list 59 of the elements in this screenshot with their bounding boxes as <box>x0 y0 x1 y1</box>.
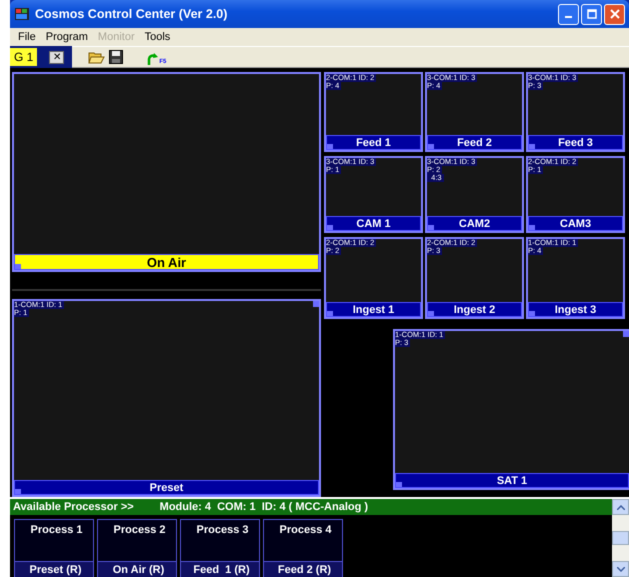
scroll-down-button[interactable] <box>612 561 629 577</box>
save-icon[interactable] <box>109 50 124 64</box>
processor-tile[interactable]: Process 2 On Air (R) <box>97 519 177 577</box>
corner-marker <box>529 144 535 149</box>
corner-marker <box>396 482 402 487</box>
monitor-label: Ingest 1 <box>326 302 421 317</box>
close-group-button[interactable]: ✕ <box>49 50 64 64</box>
corner-marker <box>327 311 333 316</box>
corner-marker <box>428 144 434 149</box>
minimize-icon <box>565 16 572 18</box>
menu-item[interactable]: File <box>13 28 41 46</box>
monitor-label: On Air <box>14 254 319 270</box>
processor-name: Process 2 <box>112 523 166 538</box>
monitor-label: SAT 1 <box>395 473 629 488</box>
close-icon <box>610 9 620 19</box>
processor-assignment: Preset (R) <box>15 561 93 577</box>
processor-assignment: Feed 1 (R) <box>181 561 259 577</box>
processor-assignment: Feed 2 (R) <box>264 561 342 577</box>
group-label[interactable]: G 1 <box>10 48 38 66</box>
processor-tile[interactable]: Process 3 Feed 1 (R) <box>180 519 260 577</box>
maximize-icon <box>586 9 596 19</box>
monitor-label: Ingest 3 <box>528 302 623 317</box>
maximize-button[interactable] <box>581 4 602 24</box>
processor-assignment: On Air (R) <box>98 561 176 577</box>
processor-tile[interactable]: Process 1 Preset (R) <box>14 519 94 577</box>
scroll-thumb[interactable] <box>612 531 629 545</box>
monitor-label: Feed 1 <box>326 135 421 150</box>
corner-marker <box>529 225 535 230</box>
open-folder-icon[interactable] <box>88 50 106 64</box>
processor-name: Process 4 <box>278 523 332 538</box>
corner-marker <box>428 311 434 316</box>
menu-item[interactable]: Tools <box>140 28 176 46</box>
processor-tile[interactable]: Process 4 Feed 2 (R) <box>263 519 343 577</box>
monitor-label: CAM2 <box>427 216 522 231</box>
corner-marker <box>327 144 333 149</box>
minimize-button[interactable] <box>558 4 579 24</box>
processor-details: Module: 4 COM: 1 ID: 4 ( MCC-Analog ) <box>160 500 368 515</box>
close-button[interactable] <box>604 4 625 24</box>
corner-marker <box>623 331 629 337</box>
app-icon <box>14 6 30 22</box>
corner-marker <box>327 225 333 230</box>
processor-name: Process 1 <box>30 523 84 538</box>
corner-marker <box>15 489 21 494</box>
monitor-label: CAM 1 <box>326 216 421 231</box>
monitor-label: Preset <box>14 480 319 495</box>
monitor-label: Feed 3 <box>528 135 623 150</box>
monitor-label: Ingest 2 <box>427 302 522 317</box>
corner-marker <box>313 300 319 307</box>
window-title: Cosmos Control Center (Ver 2.0) <box>35 6 228 23</box>
corner-marker <box>428 225 434 230</box>
corner-marker <box>15 264 21 270</box>
monitor-label: CAM3 <box>528 216 623 231</box>
scroll-up-button[interactable] <box>612 499 629 515</box>
menu-item[interactable]: Program <box>40 28 93 46</box>
processor-name: Process 3 <box>196 523 250 538</box>
processor-heading: Available Processor >> <box>13 500 134 515</box>
monitor-panel[interactable]: On Air <box>12 72 321 272</box>
monitor-label: Feed 2 <box>427 135 522 150</box>
corner-marker <box>529 311 535 316</box>
